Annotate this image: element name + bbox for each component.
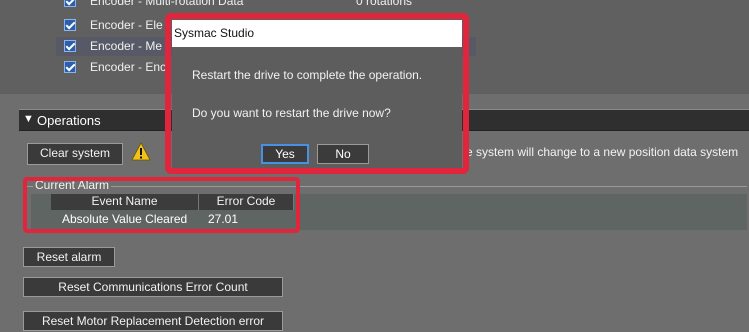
- reset-alarm-button[interactable]: Reset alarm: [23, 247, 115, 267]
- dialog-message: Restart the drive to complete the operat…: [192, 68, 423, 82]
- restart-dialog: Sysmac Studio Restart the drive to compl…: [172, 20, 462, 168]
- list-item-label: Encoder - Multi-rotation Data: [90, 0, 244, 8]
- collapse-triangle-icon[interactable]: ▼: [23, 113, 34, 125]
- list-item-label: Encoder - Ele: [90, 18, 163, 32]
- list-item-label: Encoder - Enc: [90, 60, 167, 74]
- reset-motor-replacement-detection-error-button[interactable]: Reset Motor Replacement Detection error: [23, 311, 283, 331]
- checkbox[interactable]: [64, 40, 76, 52]
- warning-icon: [131, 142, 151, 161]
- list-item-label: Encoder - Me: [90, 39, 163, 53]
- list-item[interactable]: Encoder - Multi-rotation Data 0 rotation…: [56, 0, 476, 11]
- checkbox[interactable]: [64, 61, 76, 73]
- list-item-value: 0 rotations: [356, 0, 413, 8]
- dialog-title: Sysmac Studio: [172, 20, 462, 47]
- warning-text: e system will change to a new position d…: [466, 145, 739, 159]
- checkbox[interactable]: [64, 0, 76, 7]
- clear-system-button[interactable]: Clear system: [27, 143, 123, 165]
- alarm-highlight-outline: [23, 177, 300, 233]
- reset-communications-error-count-button[interactable]: Reset Communications Error Count: [23, 277, 283, 297]
- no-button[interactable]: No: [317, 144, 369, 164]
- section-title: Operations: [37, 113, 101, 128]
- dialog-question: Do you want to restart the drive now?: [192, 106, 391, 120]
- yes-button[interactable]: Yes: [261, 144, 309, 164]
- checkbox[interactable]: [64, 19, 76, 31]
